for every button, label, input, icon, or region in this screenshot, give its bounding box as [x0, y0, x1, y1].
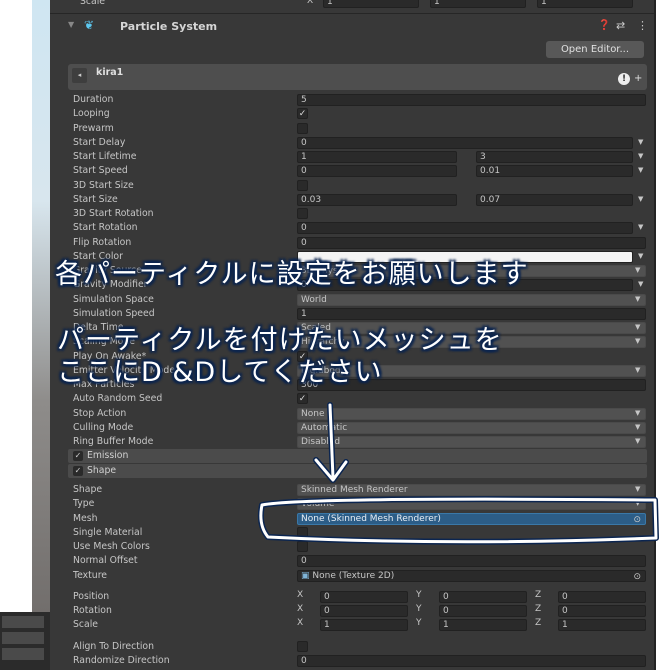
annotation-drawing: [257, 402, 659, 545]
highlight-circle-shadow: [257, 496, 659, 545]
highlight-circle: [259, 497, 658, 544]
